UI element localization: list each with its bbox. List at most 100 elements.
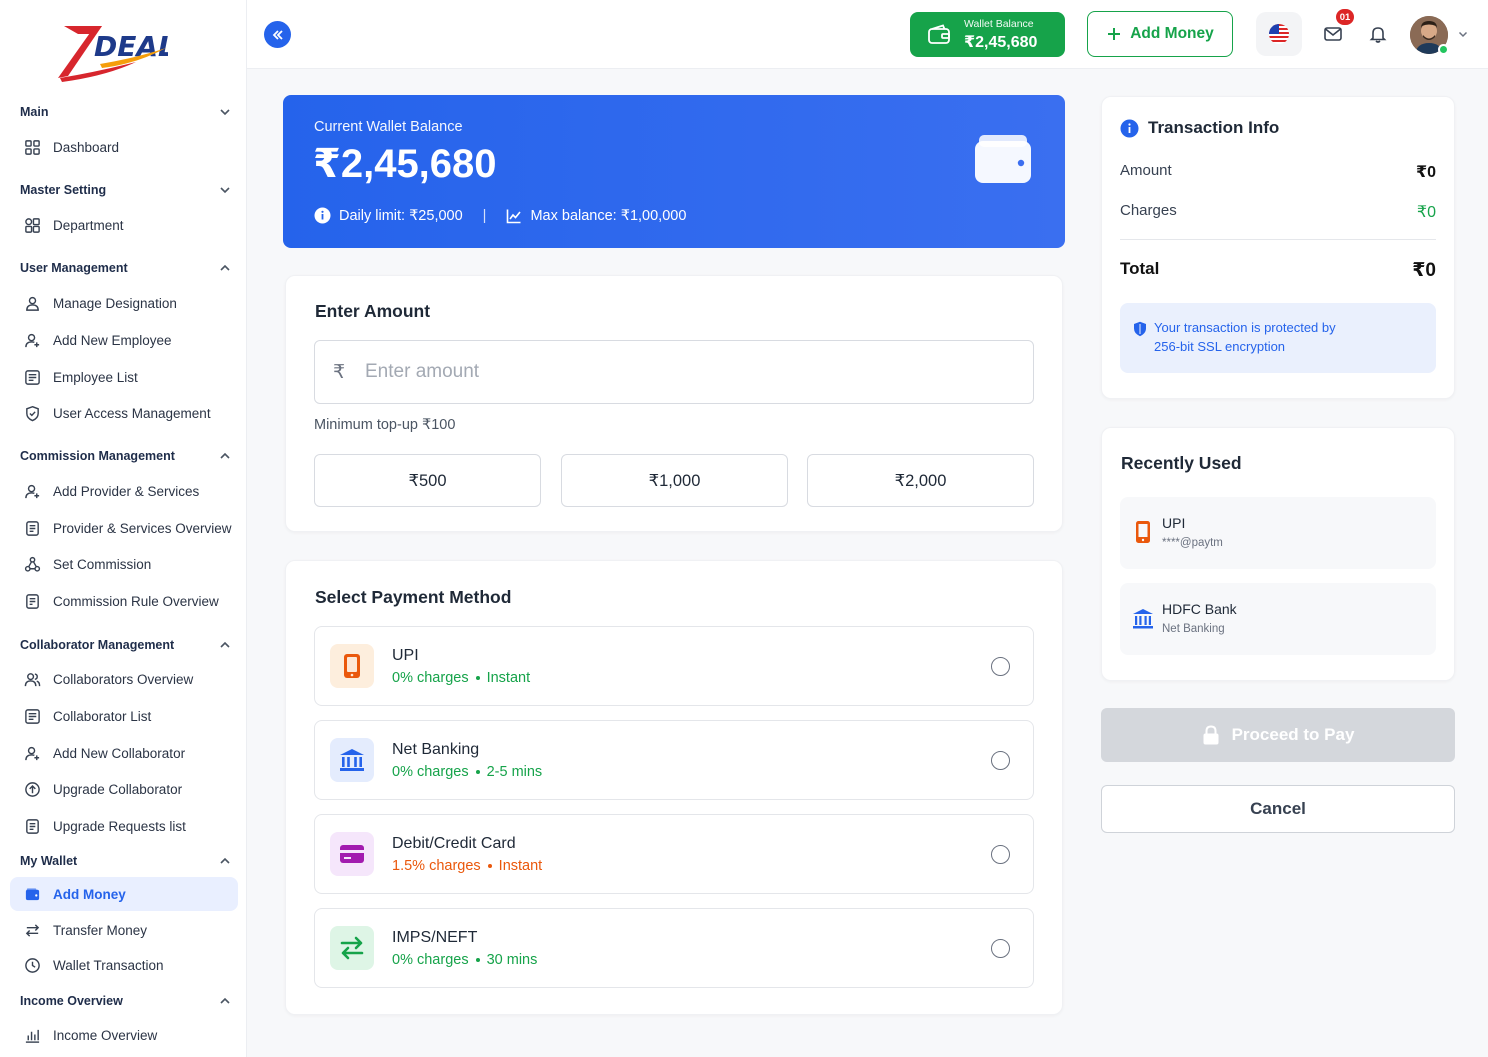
document-edit-icon: [26, 593, 39, 609]
current-balance-label: Current Wallet Balance: [314, 119, 463, 135]
bank-icon: [1133, 609, 1153, 629]
nav-user-access-management[interactable]: User Access Management: [10, 396, 238, 430]
recent-item-hdfc-bank[interactable]: HDFC Bank Net Banking: [1120, 583, 1436, 655]
nav-dashboard[interactable]: Dashboard: [10, 130, 238, 164]
total-value: ₹0: [1412, 260, 1436, 281]
nav-upgrade-collaborator[interactable]: Upgrade Collaborator: [10, 772, 238, 806]
credit-card-icon: [330, 832, 374, 876]
proceed-to-pay-button[interactable]: Proceed to Pay: [1101, 708, 1455, 762]
zdeal-logo[interactable]: DEAL: [56, 18, 176, 82]
section-master-setting[interactable]: Master Setting: [20, 179, 232, 201]
wallet-icon: [975, 135, 1031, 183]
department-icon: [25, 217, 40, 233]
users-icon: [24, 672, 41, 686]
payment-option-radio[interactable]: [991, 939, 1010, 958]
info-icon: [314, 207, 331, 224]
list-card-icon: [25, 708, 40, 724]
payment-option-radio[interactable]: [991, 657, 1010, 676]
amount-field[interactable]: ₹: [314, 340, 1034, 404]
transaction-info-title: Transaction Info: [1148, 118, 1280, 137]
section-main[interactable]: Main: [20, 101, 232, 123]
collapse-sidebar-button[interactable]: [264, 21, 291, 48]
nav-add-provider-services[interactable]: Add Provider & Services: [10, 474, 238, 508]
nav-set-commission[interactable]: Set Commission: [10, 547, 238, 581]
wallet-balance-card: Current Wallet Balance ₹2,45,680 Daily l…: [283, 95, 1065, 248]
quick-amount-2000-button[interactable]: ₹2,000: [807, 454, 1034, 507]
quick-amount-500-button[interactable]: ₹500: [314, 454, 541, 507]
payment-option-radio[interactable]: [991, 751, 1010, 770]
payment-option-radio[interactable]: [991, 845, 1010, 864]
arrow-up-circle-icon: [25, 781, 40, 797]
payment-option-name: IMPS/NEFT: [392, 929, 478, 946]
wallet-balance-pill[interactable]: Wallet Balance ₹2,45,680: [910, 12, 1065, 57]
nav-collaborators-overview[interactable]: Collaborators Overview: [10, 662, 238, 696]
section-income-overview[interactable]: Income Overview: [20, 990, 232, 1012]
chevron-up-icon: [220, 264, 230, 271]
daily-limit-text: Daily limit: ₹25,000: [339, 207, 463, 224]
nav-department[interactable]: Department: [10, 208, 238, 242]
payment-option-name: Debit/Credit Card: [392, 835, 516, 852]
history-icon: [25, 957, 40, 973]
nav-commission-rule-overview[interactable]: Commission Rule Overview: [10, 584, 238, 618]
wallet-icon: [928, 24, 950, 44]
dot-separator: [475, 770, 480, 774]
section-user-management[interactable]: User Management: [20, 257, 232, 279]
add-money-button[interactable]: Add Money: [1087, 11, 1233, 57]
payment-option-meta: 0% charges 2-5 mins: [392, 764, 543, 780]
mail-icon: [1324, 27, 1342, 41]
payment-option-imps-neft[interactable]: IMPS/NEFT 0% charges 30 mins: [314, 908, 1034, 988]
grid-icon: [25, 139, 40, 155]
nav-add-new-collaborator[interactable]: Add New Collaborator: [10, 736, 238, 770]
section-my-wallet[interactable]: My Wallet: [20, 850, 232, 872]
network-icon: [24, 556, 41, 572]
amount-value: ₹0: [1415, 164, 1436, 181]
nav-employee-list[interactable]: Employee List: [10, 360, 238, 394]
mail-button[interactable]: 01: [1310, 9, 1356, 56]
section-collaborator-management[interactable]: Collaborator Management: [20, 634, 232, 656]
wallet-icon: [25, 887, 40, 900]
wallet-balance-value: ₹2,45,680: [964, 34, 1038, 51]
charges-row: Charges ₹0: [1120, 202, 1436, 221]
nav-provider-services-overview[interactable]: Provider & Services Overview: [10, 511, 238, 545]
payment-method-title: Select Payment Method: [315, 587, 512, 607]
nav-upgrade-requests-list[interactable]: Upgrade Requests list: [10, 809, 238, 843]
user-plus-icon: [25, 484, 40, 498]
chevron-up-icon: [220, 857, 230, 864]
cancel-button[interactable]: Cancel: [1101, 785, 1455, 833]
info-icon: [1120, 119, 1139, 137]
quick-amount-1000-button[interactable]: ₹1,000: [561, 454, 788, 507]
chevron-up-icon: [220, 641, 230, 648]
sidebar: DEAL Main Dashboard Master Setting Depar…: [0, 0, 247, 1057]
chevron-down-icon: [220, 187, 230, 194]
notifications-button[interactable]: [1355, 12, 1401, 56]
recently-used-title: Recently Used: [1121, 453, 1242, 473]
dot-separator: [487, 864, 492, 868]
dot-separator: [475, 676, 480, 680]
section-commission-management[interactable]: Commission Management: [20, 445, 232, 467]
transfer-arrows-icon: [25, 923, 40, 937]
shield-check-icon: [26, 405, 39, 421]
language-button[interactable]: [1256, 12, 1302, 56]
nav-wallet-transaction[interactable]: Wallet Transaction: [10, 948, 238, 982]
user-plus-icon: [25, 333, 40, 347]
payment-option-upi[interactable]: UPI 0% charges Instant: [314, 626, 1034, 706]
nav-add-money[interactable]: Add Money: [10, 877, 238, 911]
divider: [1120, 239, 1436, 240]
amount-input[interactable]: [365, 361, 965, 383]
nav-manage-designation[interactable]: Manage Designation: [10, 286, 238, 320]
wallet-balance-label: Wallet Balance: [964, 18, 1034, 30]
payment-option-card[interactable]: Debit/Credit Card 1.5% charges Instant: [314, 814, 1034, 894]
nav-transfer-money[interactable]: Transfer Money: [10, 913, 238, 947]
mobile-phone-icon: [330, 644, 374, 688]
document-icon: [26, 818, 39, 834]
transfer-arrows-icon: [330, 926, 374, 970]
payment-option-net-banking[interactable]: Net Banking 0% charges 2-5 mins: [314, 720, 1034, 800]
transaction-info-header: Transaction Info: [1120, 118, 1279, 138]
nav-add-new-employee[interactable]: Add New Employee: [10, 323, 238, 357]
nav-income-overview[interactable]: Income Overview: [10, 1018, 238, 1052]
recent-item-upi[interactable]: UPI ****@paytm: [1120, 497, 1436, 569]
chevron-up-icon: [220, 452, 230, 459]
nav-collaborator-list[interactable]: Collaborator List: [10, 699, 238, 733]
chevron-down-icon[interactable]: [1457, 28, 1469, 40]
charges-value: ₹0: [1416, 204, 1436, 221]
